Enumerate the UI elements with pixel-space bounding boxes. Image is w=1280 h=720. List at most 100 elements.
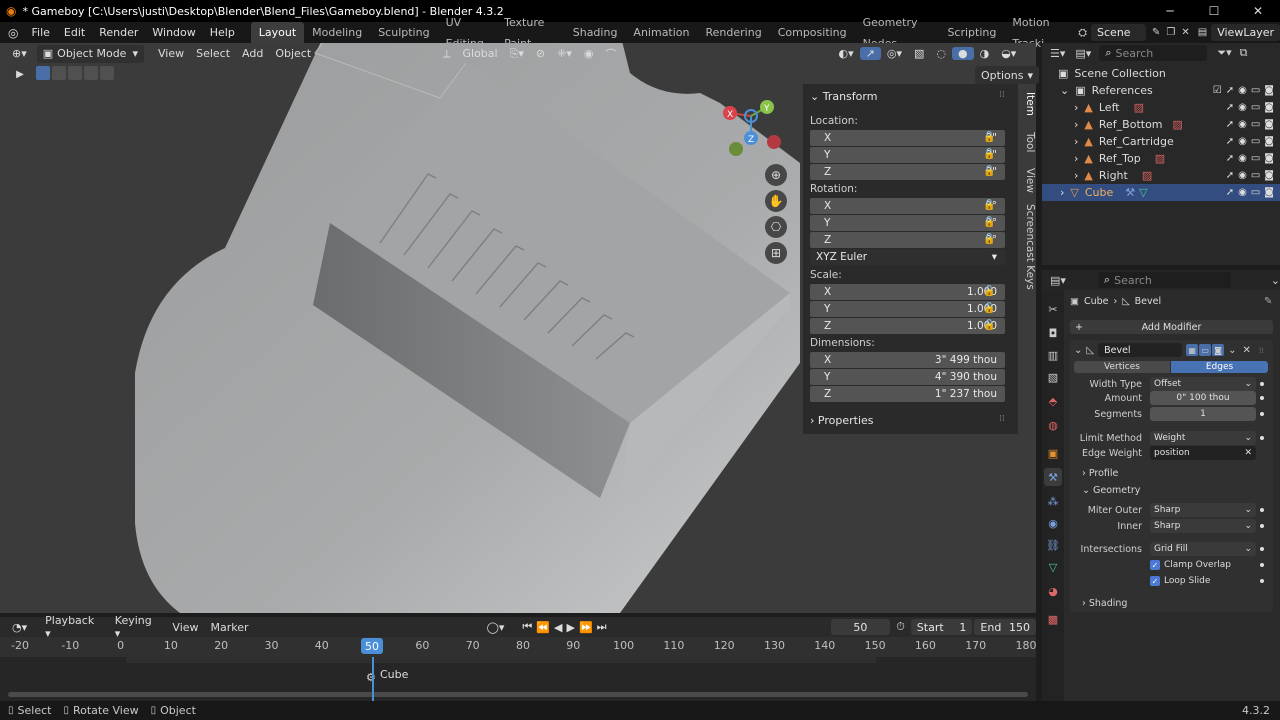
menu-view[interactable]: View bbox=[152, 47, 190, 60]
tab-modeling[interactable]: Modeling bbox=[304, 22, 370, 43]
keyframe-dot-icon[interactable] bbox=[1260, 524, 1264, 528]
tab-rendering[interactable]: Rendering bbox=[698, 22, 770, 43]
monitor-icon[interactable]: ▭ bbox=[1251, 170, 1260, 181]
visibility-icon[interactable]: ◐▾ bbox=[833, 47, 860, 60]
select-arrow-icon[interactable]: ➚ bbox=[1226, 102, 1234, 113]
modifier-tab-icon[interactable]: ⚒ bbox=[1044, 468, 1062, 486]
miter-outer-select[interactable]: Sharp ⌄ bbox=[1150, 503, 1256, 517]
keyframe-dot-icon[interactable] bbox=[1260, 508, 1264, 512]
lock-icon[interactable]: 🔓 bbox=[983, 149, 995, 161]
select-new-icon[interactable] bbox=[36, 66, 50, 80]
drag-handle-icon[interactable]: ⁞⁞ bbox=[999, 90, 1005, 100]
orientation-icon[interactable]: ⟂ bbox=[437, 47, 456, 61]
lock-icon[interactable]: 🔓 bbox=[983, 166, 995, 178]
tab-view[interactable]: View bbox=[1018, 164, 1036, 194]
location-x-field[interactable]: X 0" bbox=[810, 130, 1005, 146]
remove-scene-icon[interactable]: ✕ bbox=[1181, 27, 1189, 38]
view-layer-selector[interactable]: ViewLayer bbox=[1211, 24, 1280, 41]
edge-weight-field[interactable]: position ✕ bbox=[1150, 446, 1256, 460]
ortho-grid-icon[interactable]: ⊞ bbox=[765, 242, 787, 264]
tab-scripting[interactable]: Scripting bbox=[939, 22, 1004, 43]
menu-timeline-view[interactable]: View bbox=[166, 621, 204, 634]
overlays-icon[interactable]: ◎▾ bbox=[881, 47, 908, 60]
select-intersect-icon[interactable] bbox=[100, 66, 114, 80]
select-invert-icon[interactable] bbox=[84, 66, 98, 80]
wireframe-shading-icon[interactable]: ◌ bbox=[930, 47, 952, 60]
tool-tab-icon[interactable]: ✂ bbox=[1044, 300, 1062, 318]
lock-icon[interactable]: 🔓 bbox=[983, 132, 995, 144]
scene-tab-icon[interactable]: ⬘ bbox=[1044, 392, 1062, 410]
row-toggles[interactable]: ➚ ◉ ▭ ◙ bbox=[1226, 136, 1274, 147]
constraints-tab-icon[interactable]: ⛓ bbox=[1044, 536, 1062, 554]
lock-icon[interactable]: 🔓 bbox=[983, 320, 995, 332]
chevron-down-icon[interactable]: ⌄ bbox=[1228, 345, 1236, 356]
monitor-icon[interactable]: ▭ bbox=[1251, 85, 1260, 96]
chevron-right-icon[interactable]: › bbox=[1074, 152, 1078, 165]
pin-icon[interactable]: ✎ bbox=[1152, 27, 1160, 38]
drag-handle-icon[interactable]: ⁞⁞ bbox=[999, 414, 1005, 424]
keyframe-dot-icon[interactable] bbox=[1260, 382, 1264, 386]
menu-edit[interactable]: Edit bbox=[57, 22, 92, 43]
keyframe-dot-icon[interactable] bbox=[1260, 579, 1264, 583]
select-arrow-icon[interactable]: ➚ bbox=[1226, 170, 1234, 181]
rotation-y-field[interactable]: Y 0° bbox=[810, 215, 1005, 231]
eye-icon[interactable]: ◉ bbox=[1238, 119, 1247, 130]
eye-icon[interactable]: ◉ bbox=[1238, 153, 1247, 164]
zoom-icon[interactable]: ⊕ bbox=[765, 164, 787, 186]
menu-object[interactable]: Object bbox=[269, 47, 317, 60]
jump-start-icon[interactable]: ⏮ bbox=[520, 620, 534, 634]
menu-select[interactable]: Select bbox=[190, 47, 236, 60]
location-y-field[interactable]: Y 0" bbox=[810, 147, 1005, 163]
chevron-down-icon[interactable]: ⌄ bbox=[1074, 345, 1082, 356]
material-shading-icon[interactable]: ◑ bbox=[974, 47, 996, 60]
chevron-down-icon[interactable]: ⌄ bbox=[1271, 274, 1280, 287]
select-extend-icon[interactable] bbox=[52, 66, 66, 80]
clamp-overlap-checkbox[interactable]: ✓ bbox=[1150, 560, 1160, 570]
new-scene-icon[interactable]: ❐ bbox=[1166, 27, 1175, 38]
snap-target-icon[interactable]: ⁜▾ bbox=[551, 47, 578, 60]
close-button[interactable]: ✕ bbox=[1236, 0, 1280, 22]
properties-editor-icon[interactable]: ▤▾ bbox=[1050, 274, 1066, 287]
monitor-icon[interactable]: ▭ bbox=[1251, 119, 1260, 130]
add-modifier-button[interactable]: + Add Modifier bbox=[1070, 320, 1273, 334]
rotation-z-field[interactable]: Z 0° bbox=[810, 232, 1005, 248]
properties-search-input[interactable]: ⌕ Search bbox=[1097, 272, 1231, 288]
tab-shading[interactable]: Shading bbox=[565, 22, 626, 43]
lock-icon[interactable]: 🔓 bbox=[983, 286, 995, 298]
menu-window[interactable]: Window bbox=[145, 22, 202, 43]
outliner-row-ref-bottom[interactable]: › ▲ Ref_Bottom ▨ ➚ ◉ ▭ ◙ bbox=[1042, 116, 1280, 133]
jump-keyframe-back-icon[interactable]: ⏪ bbox=[534, 621, 552, 634]
edit-mode-toggle-icon[interactable]: ▦ bbox=[1186, 344, 1199, 356]
timeline-body[interactable]: ⚙ Cube bbox=[0, 657, 1036, 701]
falloff-icon[interactable]: ⌒ bbox=[600, 46, 623, 62]
start-frame-field[interactable]: Start 1 bbox=[910, 619, 973, 635]
select-subtract-icon[interactable] bbox=[68, 66, 82, 80]
dimensions-z-field[interactable]: Z 1" 237 thou bbox=[810, 386, 1005, 402]
modifier-name-field[interactable]: Bevel bbox=[1098, 343, 1183, 357]
eye-icon[interactable]: ◉ bbox=[1238, 170, 1247, 181]
mode-selector[interactable]: ▣ Object Mode ▾ bbox=[36, 44, 144, 63]
pan-hand-icon[interactable]: ✋ bbox=[765, 190, 787, 212]
inner-select[interactable]: Sharp ⌄ bbox=[1150, 519, 1256, 533]
solid-shading-icon[interactable]: ● bbox=[951, 47, 974, 60]
selection-mode-buttons[interactable] bbox=[36, 66, 116, 82]
geometry-subpanel-header[interactable]: ⌄ Geometry bbox=[1082, 485, 1140, 496]
select-arrow-icon[interactable]: ➚ bbox=[1226, 85, 1234, 96]
xray-icon[interactable]: ▧ bbox=[908, 47, 930, 60]
select-arrow-icon[interactable]: ➚ bbox=[1226, 153, 1234, 164]
keyframe-dot-icon[interactable] bbox=[1260, 547, 1264, 551]
output-tab-icon[interactable]: ▥ bbox=[1044, 346, 1062, 364]
menu-help[interactable]: Help bbox=[203, 22, 242, 43]
dimensions-x-field[interactable]: X 3" 499 thou bbox=[810, 352, 1005, 368]
outliner-row-left[interactable]: › ▲ Left ▨ ➚ ◉ ▭ ◙ bbox=[1042, 99, 1280, 116]
menu-render[interactable]: Render bbox=[92, 22, 145, 43]
pivot-icon[interactable]: ⎘▾ bbox=[504, 47, 530, 61]
lock-icon[interactable]: 🔓 bbox=[983, 200, 995, 212]
current-frame-field[interactable]: 50 bbox=[830, 619, 891, 635]
playhead[interactable]: 50 bbox=[361, 638, 383, 654]
close-icon[interactable]: ✕ bbox=[1244, 448, 1252, 458]
render-tab-icon[interactable]: ◘ bbox=[1044, 324, 1062, 342]
menu-file[interactable]: File bbox=[24, 22, 56, 43]
tab-tool[interactable]: Tool bbox=[1018, 128, 1036, 158]
timeline-editor-icon[interactable]: ◔▾ bbox=[6, 621, 33, 634]
